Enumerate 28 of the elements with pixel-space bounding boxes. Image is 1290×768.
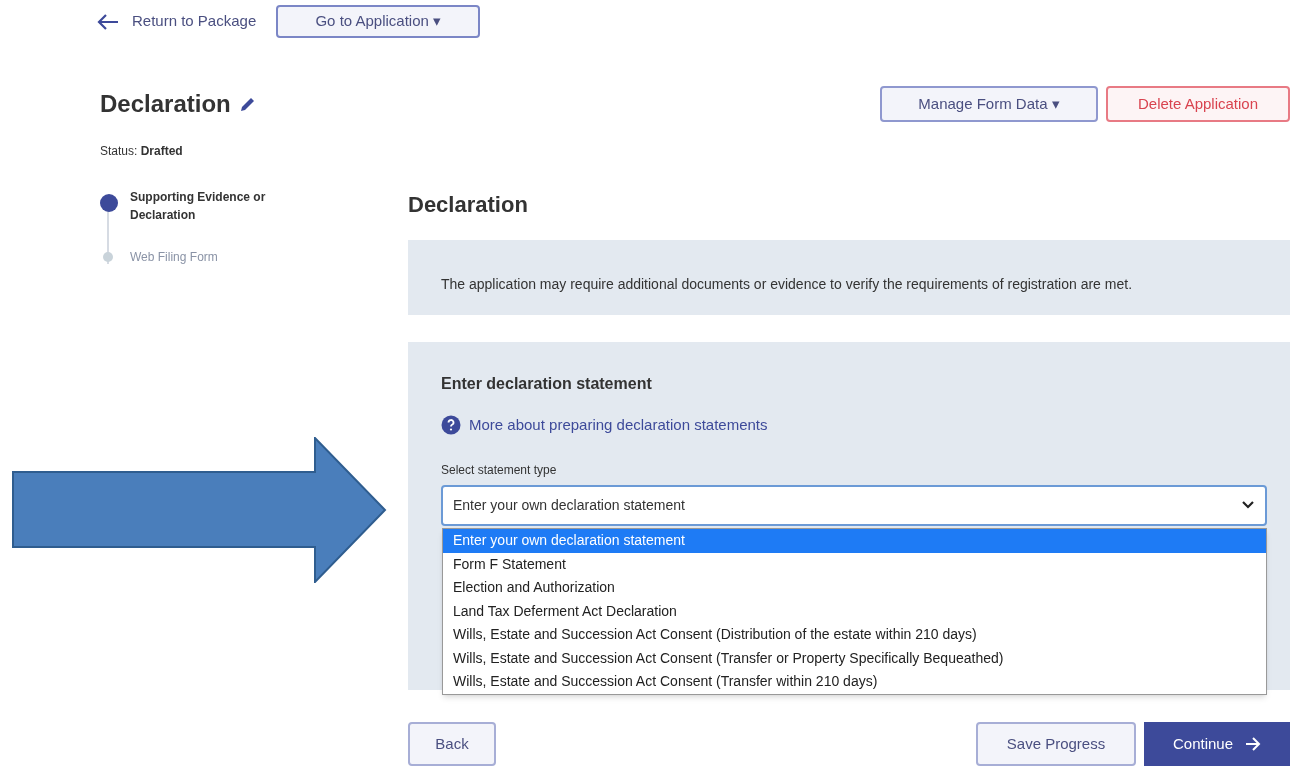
status-text: Status: Drafted [100,144,183,158]
return-to-package-link[interactable]: Return to Package [96,10,257,33]
form-heading: Enter declaration statement [441,374,653,394]
dropdown-option[interactable]: Enter your own declaration statement [443,529,1266,553]
continue-button[interactable]: Continue [1144,722,1290,766]
dropdown-option[interactable]: Election and Authorization [443,576,1266,600]
save-progress-button[interactable]: Save Progress [976,722,1136,766]
info-text: The application may require additional documents or evidence to verify the requirements of registration are met. [441,276,1133,292]
chevron-down-icon [1241,500,1255,510]
dropdown-option[interactable]: Wills, Estate and Succession Act Consent (Transfer or Property Specifically Bequeathed) [443,646,1266,670]
arrow-right-icon [1245,737,1261,751]
section-heading: Declaration [408,191,529,219]
dropdown-option[interactable]: Form F Statement [443,552,1266,576]
go-to-application-button[interactable]: Go to Application ▾ [276,5,481,38]
step-label[interactable]: Supporting Evidence or Declaration [130,188,300,224]
pencil-icon[interactable] [238,95,257,113]
dropdown-option[interactable]: Wills, Estate and Succession Act Consent (Distribution of the estate within 210 days) [443,623,1266,647]
dropdown-option[interactable]: Wills, Estate and Succession Act Consent (Transfer within 210 days) [443,670,1266,694]
help-link[interactable]: More about preparing declaration statements [441,414,1267,437]
manage-form-data-button[interactable]: Manage Form Data ▾ [880,86,1098,122]
statement-type-select[interactable]: Enter your own declaration statement [441,484,1267,526]
delete-application-button[interactable]: Delete Application [1106,86,1290,122]
help-icon [441,415,461,436]
back-arrow-icon [96,12,120,31]
page-title: Declaration [100,89,231,119]
dropdown-option[interactable]: Land Tax Deferment Act Declaration [443,599,1266,623]
select-label: Select statement type [441,461,558,479]
back-button[interactable]: Back [408,722,496,766]
